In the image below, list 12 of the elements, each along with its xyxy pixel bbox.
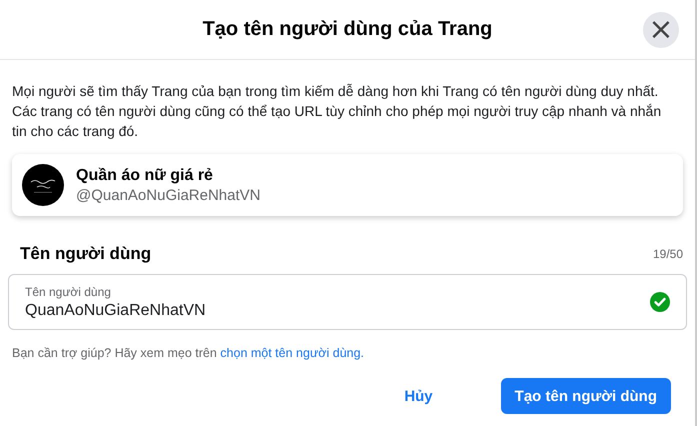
- create-button[interactable]: Tạo tên người dùng: [500, 378, 671, 414]
- section-heading: Tên người dùng: [20, 244, 152, 264]
- username-field[interactable]: Tên người dùng QuanAoNuGiaReNhatVN: [8, 274, 687, 330]
- page-name: Quần áo nữ giá rẻ: [76, 166, 214, 184]
- dialog-title: Tạo tên người dùng của Trang: [202, 18, 492, 41]
- character-counter: 19/50: [652, 247, 683, 261]
- cancel-button[interactable]: Hủy: [390, 378, 447, 414]
- page-handle: @QuanAoNuGiaReNhatVN: [76, 186, 260, 204]
- description-text: Mọi người sẽ tìm thấy Trang của bạn trong tìm kiếm dễ dàng hơn khi Trang có tên người dùng duy nhất. Các trang có tên người dùng cũng có thể tạo URL tùy chỉnh cho phép mọi người truy cập nhanh và nhắn tin cho các trang đó.: [12, 82, 662, 141]
- help-link[interactable]: chọn một tên người dùng.: [220, 346, 364, 360]
- close-button[interactable]: ×: [643, 12, 679, 48]
- help-text: Bạn cần trợ giúp? Hãy xem mẹo trên chọn một tên người dùng.: [12, 346, 366, 360]
